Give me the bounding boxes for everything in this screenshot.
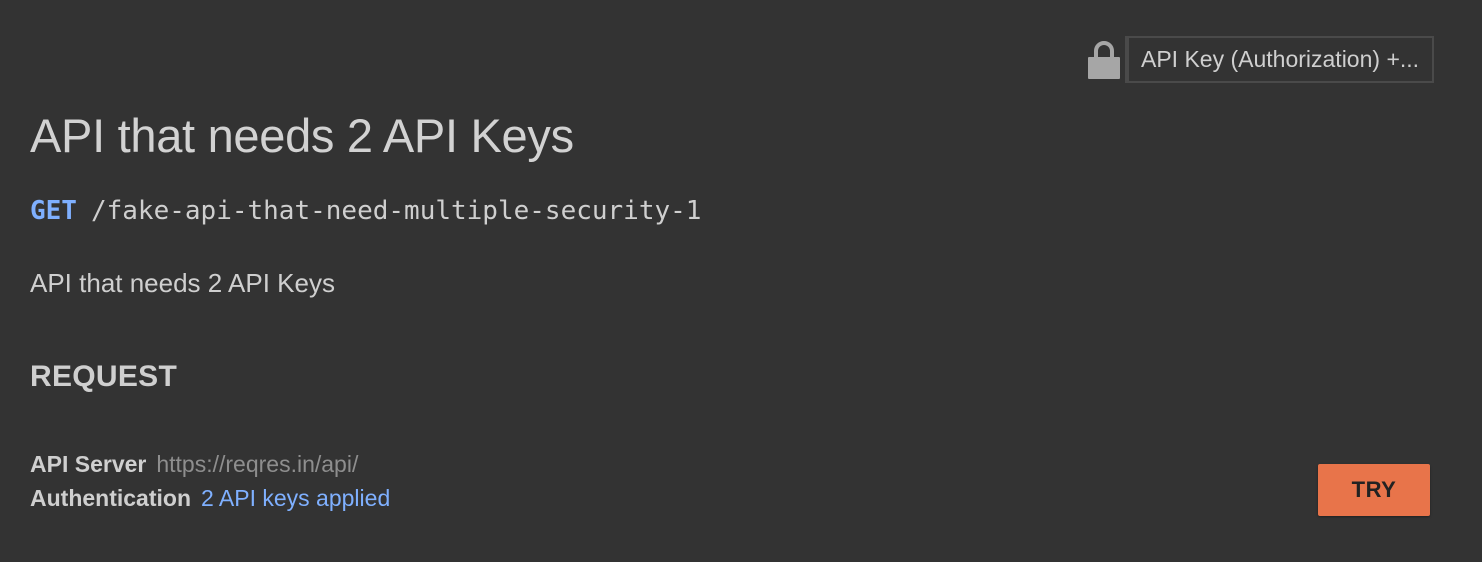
api-server-row: API Server https://reqres.in/api/ [30, 451, 358, 478]
request-heading: REQUEST [30, 360, 178, 393]
lock-icon [1087, 40, 1121, 80]
page-title: API that needs 2 API Keys [30, 109, 574, 162]
try-button[interactable]: TRY [1318, 464, 1430, 516]
authentication-link[interactable]: 2 API keys applied [201, 485, 390, 512]
api-server-url: https://reqres.in/api/ [156, 451, 359, 477]
http-method: GET [30, 196, 77, 226]
authentication-row: Authentication 2 API keys applied [30, 485, 390, 512]
api-server-label: API Server [30, 451, 147, 477]
security-selector-area: API Key (Authorization) +... [1087, 36, 1434, 83]
authentication-label: Authentication [30, 485, 191, 511]
operation-description: API that needs 2 API Keys [30, 268, 335, 298]
endpoint-path: /fake-api-that-need-multiple-security-1 [90, 196, 702, 226]
endpoint: GET/fake-api-that-need-multiple-security… [30, 196, 701, 226]
security-scheme-select[interactable]: API Key (Authorization) +... [1125, 36, 1434, 83]
